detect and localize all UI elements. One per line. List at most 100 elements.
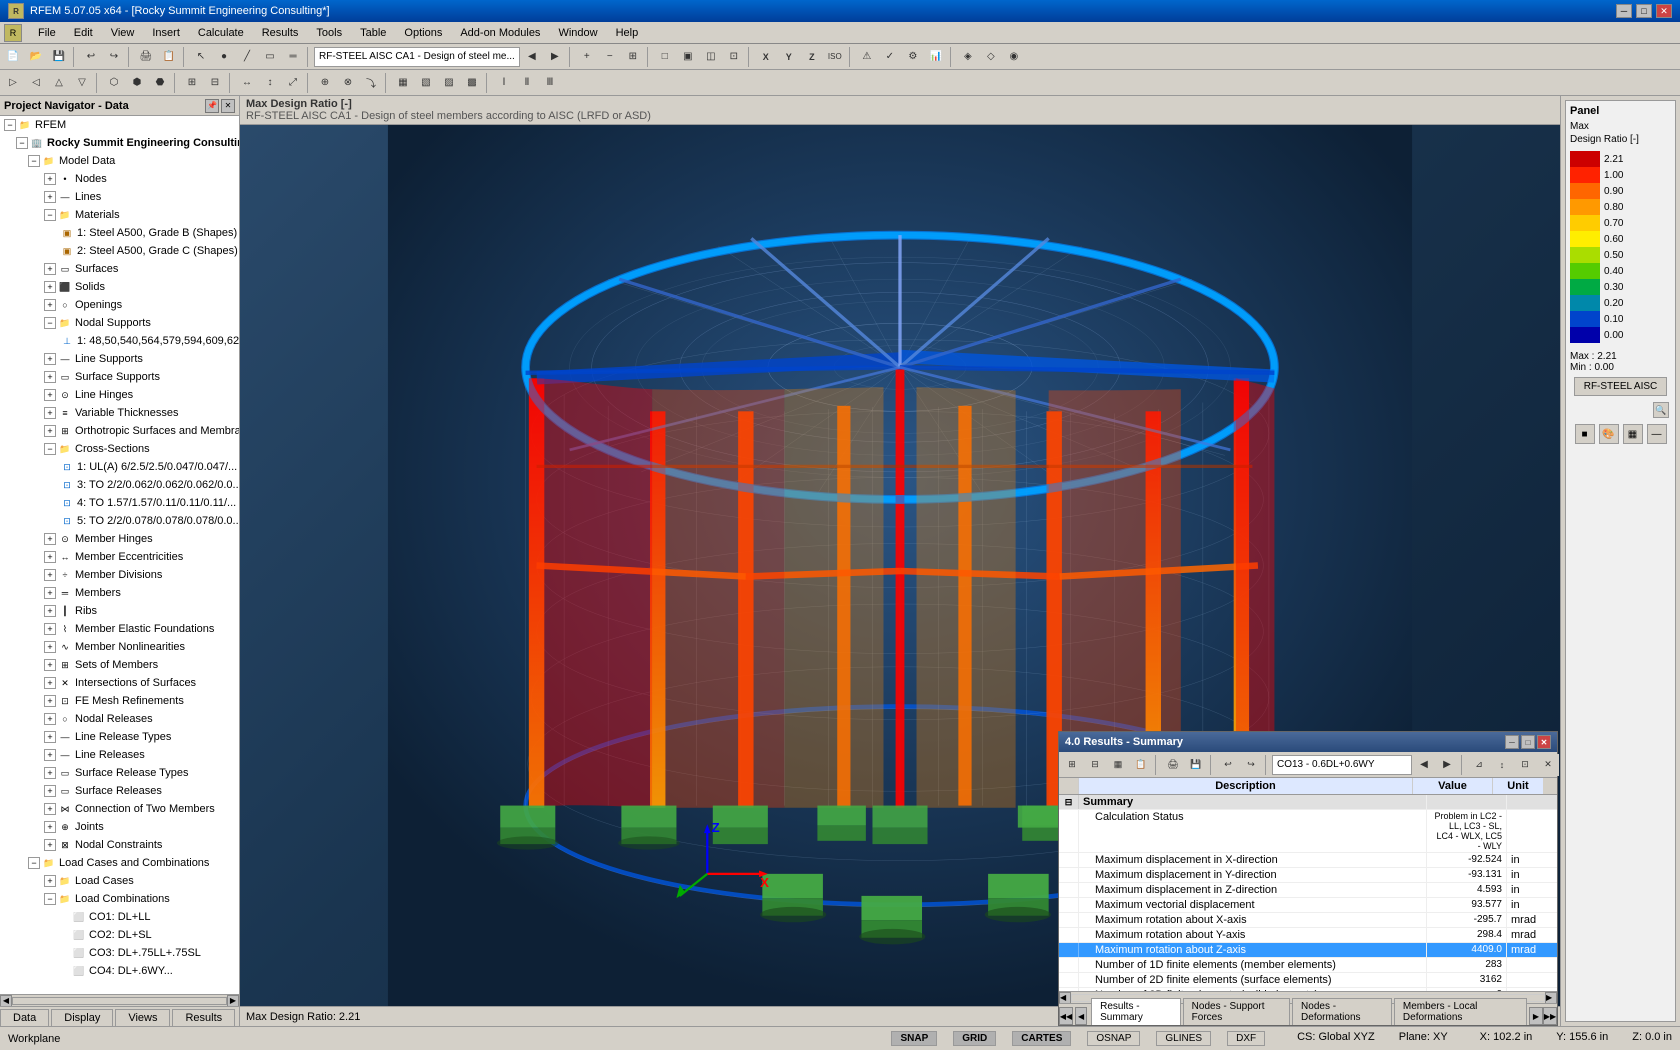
iso-view[interactable]: ISO	[824, 46, 846, 68]
tree-line-hinges[interactable]: + ⊙ Line Hinges	[0, 386, 239, 404]
menu-results[interactable]: Results	[254, 25, 307, 41]
tree-line-releases[interactable]: + — Line Releases	[0, 746, 239, 764]
axis-x[interactable]: X	[755, 46, 777, 68]
results-tab-members[interactable]: Members - Local Deformations	[1394, 998, 1527, 1025]
tab-display[interactable]: Display	[51, 1009, 113, 1026]
snap-button[interactable]: SNAP	[891, 1031, 937, 1046]
tb2-label1[interactable]: Ⅰ	[493, 72, 515, 94]
surfaces-expand[interactable]: +	[44, 263, 56, 275]
tree-surface-release-types[interactable]: + ▭ Surface Release Types	[0, 764, 239, 782]
extra-btn2[interactable]: ◇	[980, 46, 1002, 68]
scroll-left[interactable]: ◀	[0, 995, 12, 1007]
tree-co2[interactable]: ⬜ CO2: DL+SL	[0, 926, 239, 944]
tb2-label3[interactable]: Ⅲ	[539, 72, 561, 94]
lines-expand[interactable]: +	[44, 191, 56, 203]
tb2-btn7[interactable]: ⬣	[149, 72, 171, 94]
res-sort[interactable]: ↕	[1491, 754, 1513, 776]
tb2-view1[interactable]: ▦	[392, 72, 414, 94]
tab-views[interactable]: Views	[115, 1009, 170, 1026]
render-btn3[interactable]: ◫	[700, 46, 722, 68]
node-button[interactable]: ●	[213, 46, 235, 68]
nc-expand[interactable]: +	[44, 839, 56, 851]
tb2-btn3[interactable]: △	[48, 72, 70, 94]
tree-cross-sections[interactable]: − 📁 Cross-Sections	[0, 440, 239, 458]
lrt-expand[interactable]: +	[44, 731, 56, 743]
tree-member-elastic[interactable]: + ⌇ Member Elastic Foundations	[0, 620, 239, 638]
res-tb-btn2[interactable]: ⊟	[1084, 754, 1106, 776]
menu-calculate[interactable]: Calculate	[190, 25, 252, 41]
tb2-snap1[interactable]: ⊞	[181, 72, 203, 94]
tree-scrollbar-h[interactable]: ◀ ▶	[0, 994, 239, 1006]
dxf-button[interactable]: DXF	[1227, 1031, 1265, 1046]
tb2-dim3[interactable]: ⤢	[282, 72, 304, 94]
results-tab-prev[interactable]: ◀◀	[1059, 1007, 1073, 1025]
ss-expand[interactable]: +	[44, 371, 56, 383]
zoom-in[interactable]: +	[576, 46, 598, 68]
menu-view[interactable]: View	[103, 25, 143, 41]
panel-pin-button[interactable]: 📌	[205, 99, 219, 113]
tree-var-thick[interactable]: + ≡ Variable Thicknesses	[0, 404, 239, 422]
tree-co1[interactable]: ⬜ CO1: DL+LL	[0, 908, 239, 926]
tree-load-cases[interactable]: − 📁 Load Cases and Combinations	[0, 854, 239, 872]
tree-materials[interactable]: − 📁 Materials	[0, 206, 239, 224]
tb2-btn1[interactable]: ▷	[2, 72, 24, 94]
tb2-btn5[interactable]: ⬡	[103, 72, 125, 94]
tb2-dim1[interactable]: ↔	[236, 72, 258, 94]
extra-btn1[interactable]: ◈	[957, 46, 979, 68]
res-tb-btn1[interactable]: ⊞	[1061, 754, 1083, 776]
res-tb-btn5[interactable]: 🖨	[1162, 754, 1184, 776]
tb2-copy1[interactable]: ⊕	[314, 72, 336, 94]
mem-expand[interactable]: +	[44, 587, 56, 599]
extra-btn3[interactable]: ◉	[1003, 46, 1025, 68]
tree-line-supports[interactable]: + — Line Supports	[0, 350, 239, 368]
tree-lines[interactable]: + — Lines	[0, 188, 239, 206]
check-btn[interactable]: ✓	[879, 46, 901, 68]
res-nav-prev[interactable]: ◀	[1413, 754, 1435, 776]
tree-load-combos[interactable]: − 📁 Load Combinations	[0, 890, 239, 908]
tree-mat1[interactable]: ▣ 1: Steel A500, Grade B (Shapes)	[0, 224, 239, 242]
lh-expand[interactable]: +	[44, 389, 56, 401]
results-tab-support[interactable]: Nodes - Support Forces	[1183, 998, 1290, 1025]
nodal-sup-expand[interactable]: −	[44, 317, 56, 329]
tree-surface-releases[interactable]: + ▭ Surface Releases	[0, 782, 239, 800]
print-button[interactable]: 🖨	[135, 46, 157, 68]
res-scroll-left[interactable]: ◀	[1059, 992, 1071, 1004]
surface-button[interactable]: ▭	[259, 46, 281, 68]
panel-close-button[interactable]: ✕	[221, 99, 235, 113]
zoom-fit[interactable]: ⊞	[622, 46, 644, 68]
tree-cs1[interactable]: ⊡ 1: UL(A) 6/2.5/2.5/0.047/0.047/...	[0, 458, 239, 476]
menu-file[interactable]: File	[30, 25, 64, 41]
res-undo[interactable]: ↩	[1217, 754, 1239, 776]
nav-prev[interactable]: ◀	[521, 46, 543, 68]
warn-btn[interactable]: ⚠	[856, 46, 878, 68]
save-button[interactable]: 💾	[48, 46, 70, 68]
tree-member-hinges[interactable]: + ⊙ Member Hinges	[0, 530, 239, 548]
grid-button[interactable]: GRID	[953, 1031, 996, 1046]
con-expand[interactable]: +	[44, 803, 56, 815]
tree-nodes[interactable]: + • Nodes	[0, 170, 239, 188]
tree-member-ecc[interactable]: + ↔ Member Eccentricities	[0, 548, 239, 566]
tree-member-nonlin[interactable]: + ∿ Member Nonlinearities	[0, 638, 239, 656]
res-tb-btn6[interactable]: 💾	[1185, 754, 1207, 776]
res-filter[interactable]: ⊿	[1468, 754, 1490, 776]
tree-co4[interactable]: ⬜ CO4: DL+.6WY...	[0, 962, 239, 980]
legend-icon-2[interactable]: 🎨	[1599, 424, 1619, 444]
render-btn4[interactable]: ⊡	[723, 46, 745, 68]
menu-edit[interactable]: Edit	[66, 25, 101, 41]
close-button[interactable]: ✕	[1656, 4, 1672, 18]
lc-expand[interactable]: −	[28, 857, 40, 869]
res-tb-btn4[interactable]: 📋	[1130, 754, 1152, 776]
summary-expand-icon[interactable]: ⊟	[1059, 795, 1079, 809]
nr-expand[interactable]: +	[44, 713, 56, 725]
tb2-view4[interactable]: ▩	[461, 72, 483, 94]
tb2-arr1[interactable]: ⤵	[360, 72, 382, 94]
tree-solids[interactable]: + ⬛ Solids	[0, 278, 239, 296]
fem-expand[interactable]: +	[44, 695, 56, 707]
member-button[interactable]: ═	[282, 46, 304, 68]
j-expand[interactable]: +	[44, 821, 56, 833]
scroll-right[interactable]: ▶	[227, 995, 239, 1007]
res-nav-next[interactable]: ▶	[1436, 754, 1458, 776]
nodes-expand[interactable]: +	[44, 173, 56, 185]
open-button[interactable]: 📂	[25, 46, 47, 68]
tree-members[interactable]: + ═ Members	[0, 584, 239, 602]
